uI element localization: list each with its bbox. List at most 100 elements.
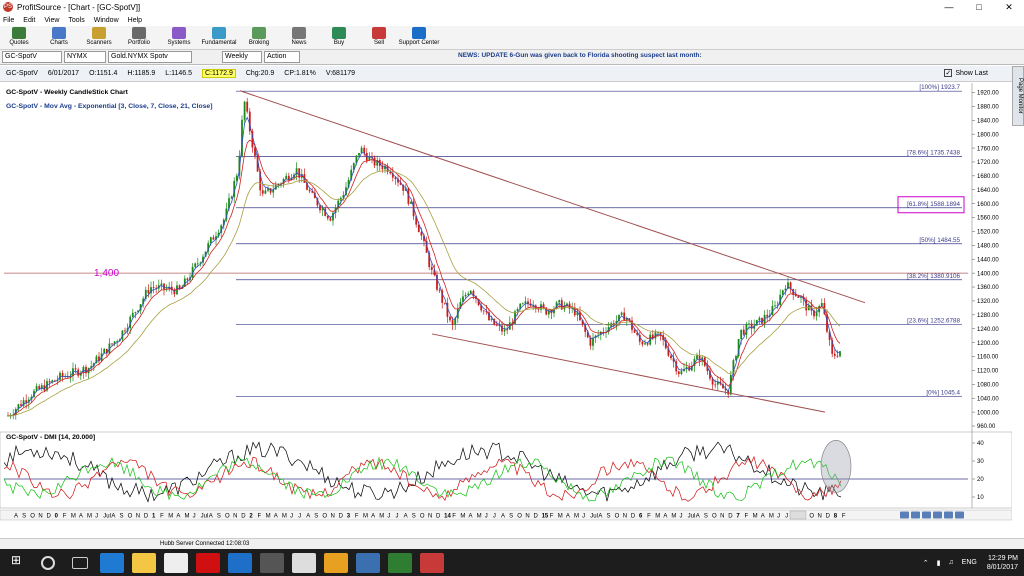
clock[interactable]: 12:29 PM 8/01/2017 (987, 554, 1018, 572)
checkbox-icon[interactable]: ✓ (944, 69, 953, 77)
x-axis-label: D (339, 514, 344, 520)
fib-label: [0%] 1045.4 (926, 389, 960, 396)
chart-svg[interactable]: 960.00 1000.00 1040.00 1080.00 1120.00 1160.0… (0, 83, 1012, 527)
exchange-select[interactable]: NYMX (64, 51, 106, 63)
support-center-icon (412, 27, 426, 39)
search-icon[interactable] (41, 555, 55, 570)
toolbar-label: Sell (373, 40, 384, 46)
candle-body (438, 289, 441, 291)
price-tick-label: 1320.00 (977, 299, 999, 305)
windows-start-icon[interactable]: ⊞ (4, 552, 28, 573)
candle-body (451, 320, 454, 325)
zoom-button-icon[interactable] (911, 511, 920, 519)
candle-body (482, 310, 485, 312)
toolbar-sell-button[interactable]: Sell (362, 26, 396, 46)
show-last-toggle[interactable]: ✓ Show Last (944, 69, 988, 77)
tray-up-icon[interactable]: ⌃ (923, 559, 929, 567)
toolbar-systems-button[interactable]: Systems (162, 26, 196, 46)
app-icon-4[interactable] (388, 552, 412, 573)
candle-body (503, 329, 506, 332)
page-monitor-tab[interactable]: Page Monitor (1012, 66, 1024, 126)
fib-label: [100%] 1923.7 (919, 84, 960, 91)
candle-body (633, 329, 636, 333)
scrollbar-thumb[interactable] (789, 510, 807, 520)
toolbar-charts-button[interactable]: Charts (42, 26, 76, 46)
file-explorer-icon[interactable] (132, 552, 156, 573)
zoom-button-icon[interactable] (900, 511, 909, 519)
news-ticker[interactable]: NEWS: UPDATE 6-Gun was given back to Flo… (458, 52, 702, 59)
candle-body (59, 372, 61, 380)
x-axis-label: N (623, 514, 627, 520)
candle-body (321, 208, 324, 211)
dmi-tick-label: 20 (977, 477, 984, 483)
price-tick-label: 1760.00 (977, 146, 999, 152)
show-last-label: Show Last (955, 69, 988, 77)
menu-tools[interactable]: Tools (68, 17, 84, 24)
toolbar-fundamental-button[interactable]: Fundamental (201, 26, 237, 46)
x-axis-label: J (485, 514, 488, 520)
x-axis-label: O (420, 514, 425, 520)
action-button[interactable]: Action (264, 51, 300, 63)
menu-window[interactable]: Window (94, 17, 119, 24)
quote-bar: GC-SpotV 6/01/2017 O:1151.4 H:1185.9 L:1… (0, 66, 1012, 82)
candle-body (521, 303, 524, 305)
app-icon-1[interactable] (260, 552, 284, 573)
menu-file[interactable]: File (3, 17, 14, 24)
app-icon-2[interactable] (292, 552, 316, 573)
toolbar-label: Broking (248, 40, 270, 46)
fib-label: [23.6%] 1252.6788 (907, 317, 960, 324)
zoom-button-icon[interactable] (933, 511, 942, 519)
chart-area[interactable]: 960.00 1000.00 1040.00 1080.00 1120.00 1160.0… (0, 83, 1012, 527)
menu-edit[interactable]: Edit (23, 17, 35, 24)
toolbar-quotes-button[interactable]: Quotes (2, 26, 36, 46)
description-field[interactable]: Gold.NYMX Spotv (108, 51, 192, 63)
toolbar-buy-button[interactable]: Buy (322, 26, 356, 46)
candle-body (644, 343, 646, 345)
close-icon[interactable]: ✕ (994, 0, 1024, 14)
x-axis-label: M (574, 514, 579, 520)
candle-body (714, 384, 717, 386)
price-tick-label: 1120.00 (977, 369, 999, 375)
maximize-icon[interactable]: □ (964, 0, 994, 14)
task-view-icon[interactable] (72, 556, 88, 569)
app-icon-3[interactable] (356, 552, 380, 573)
language-indicator[interactable]: ENG (962, 559, 977, 566)
x-axis-label: A (14, 514, 18, 520)
x-axis-label: M (184, 514, 189, 520)
moving-average-label: GC-SpotV - Mov Avg - Exponential [3, Clo… (6, 103, 212, 110)
price-tick-label: 1000.00 (977, 410, 999, 416)
x-axis-label: O (712, 514, 717, 520)
minimize-icon[interactable]: — (934, 0, 964, 14)
menu-help[interactable]: Help (128, 17, 142, 24)
shield-icon[interactable] (228, 552, 252, 573)
candle-body (696, 355, 698, 360)
toolbar-scanners-button[interactable]: Scanners (82, 26, 116, 46)
system-tray: ⌃ ▮ ♫ ENG 12:29 PM 8/01/2017 (923, 549, 1018, 576)
menu-view[interactable]: View (44, 17, 59, 24)
candle-body (592, 337, 594, 346)
x-axis-label: N (428, 514, 432, 520)
k-app-icon[interactable] (196, 552, 220, 573)
volume-icon[interactable]: ♫ (948, 559, 953, 566)
x-axis-label: O (322, 514, 327, 520)
windows-taskbar: ⊞ ⌃ ▮ ♫ ENG 12:29 PM 8/01/2017 (0, 549, 1024, 576)
toolbar-news-button[interactable]: News (282, 26, 316, 46)
zoom-button-icon[interactable] (955, 511, 964, 519)
x-axis-label: A (371, 514, 375, 520)
candle-body (784, 288, 787, 291)
chrome-icon[interactable] (324, 552, 348, 573)
toolbar-broking-button[interactable]: Broking (242, 26, 276, 46)
toolbar-portfolio-button[interactable]: Portfolio (122, 26, 156, 46)
candle-body (766, 314, 769, 317)
toolbar-support-center-button[interactable]: Support Center (399, 26, 439, 46)
edge-icon[interactable] (100, 552, 124, 573)
period-select[interactable]: Weekly (222, 51, 262, 63)
network-icon[interactable]: ▮ (937, 559, 941, 567)
price-tick-label: 1680.00 (977, 174, 999, 180)
store-icon[interactable] (164, 552, 188, 573)
profitsource-icon[interactable] (420, 552, 444, 573)
zoom-button-icon[interactable] (922, 511, 931, 519)
candle-body (261, 190, 264, 194)
symbol-input[interactable]: GC-SpotV (2, 51, 62, 63)
zoom-button-icon[interactable] (944, 511, 953, 519)
